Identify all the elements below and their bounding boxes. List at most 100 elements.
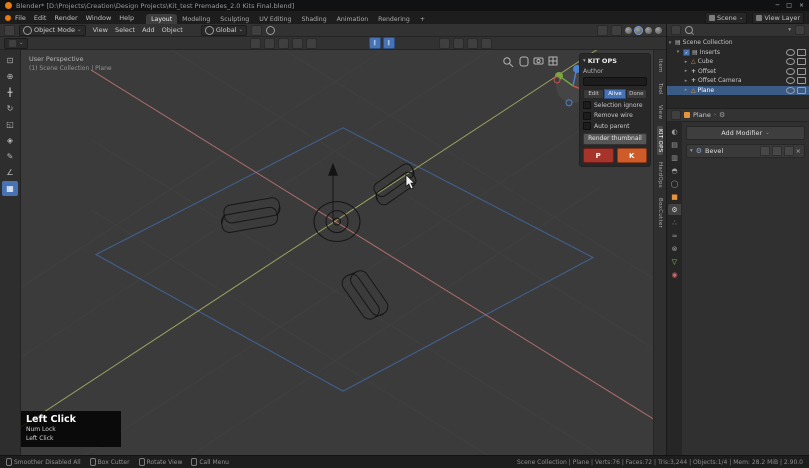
workspace-tab-animation[interactable]: Animation bbox=[332, 14, 374, 24]
properties-tab-data[interactable]: ▽ bbox=[668, 256, 681, 267]
outliner-row-offset[interactable]: ▸ + Offset bbox=[667, 67, 809, 77]
expand-icon[interactable]: ▸ bbox=[683, 78, 689, 84]
gizmos-toggle-icon[interactable] bbox=[597, 25, 608, 36]
collection-checkbox[interactable]: ✓ bbox=[683, 49, 690, 56]
sidebar-tab-boxcutter[interactable]: BoxCutter bbox=[657, 195, 663, 231]
insert-box-bottom[interactable] bbox=[339, 266, 391, 324]
zoom-icon[interactable] bbox=[504, 58, 513, 67]
render-thumbnail-button[interactable]: Render thumbnail bbox=[583, 133, 647, 145]
snap-toggle[interactable]: ‖ bbox=[369, 37, 381, 49]
options-icon[interactable] bbox=[306, 38, 317, 49]
annotate-tool[interactable]: ✎ bbox=[2, 149, 18, 164]
menu-select[interactable]: Select bbox=[115, 26, 135, 34]
properties-tab-constraints[interactable]: ⊗ bbox=[668, 243, 681, 254]
mode-dropdown[interactable]: Object Mode ⌄ bbox=[19, 25, 86, 36]
view-layer-selector[interactable]: View Layer bbox=[752, 12, 804, 24]
cursor-tool[interactable]: ⊕ bbox=[2, 69, 18, 84]
menu-help[interactable]: Help bbox=[115, 13, 138, 23]
editor-type-icon[interactable] bbox=[4, 25, 15, 36]
workspace-tab-rendering[interactable]: Rendering bbox=[373, 14, 415, 24]
properties-tab-output[interactable]: ▤ bbox=[668, 139, 681, 150]
properties-tab-object[interactable]: ■ bbox=[668, 191, 681, 202]
kitops-pro-button[interactable]: P bbox=[583, 148, 614, 163]
camera-view-icon[interactable] bbox=[534, 58, 543, 64]
material-shading-icon[interactable] bbox=[645, 27, 652, 34]
properties-tab-physics[interactable]: ≈ bbox=[668, 230, 681, 241]
render-preview-icon[interactable] bbox=[453, 38, 464, 49]
properties-tab-view-layer[interactable]: ▥ bbox=[668, 152, 681, 163]
modifier-realtime-toggle[interactable] bbox=[772, 146, 782, 156]
minimize-button[interactable]: ─ bbox=[776, 2, 780, 9]
workspace-tab-shading[interactable]: Shading bbox=[296, 14, 331, 24]
outliner-row-scene-collection[interactable]: ▾ ▤ Scene Collection bbox=[667, 38, 809, 48]
outliner-options-icon[interactable] bbox=[795, 25, 805, 35]
proportional-editing-icon[interactable] bbox=[266, 26, 275, 35]
properties-tab-world[interactable]: ◯ bbox=[668, 178, 681, 189]
outliner-row-cube[interactable]: ▸ △ Cube bbox=[667, 57, 809, 67]
properties-editor-icon[interactable] bbox=[671, 110, 681, 120]
menu-object[interactable]: Object bbox=[162, 26, 183, 34]
visibility-options-icon[interactable] bbox=[467, 38, 478, 49]
author-input[interactable] bbox=[583, 77, 647, 86]
workspace-add-button[interactable]: + bbox=[415, 14, 430, 24]
transform-tool[interactable]: ◈ bbox=[2, 133, 18, 148]
panel-expand-icon[interactable]: ▾ bbox=[583, 58, 586, 64]
properties-tab-scene[interactable]: ◓ bbox=[668, 165, 681, 176]
segment-alive-button[interactable]: Alive bbox=[604, 89, 625, 99]
workspace-tab-modeling[interactable]: Modeling bbox=[177, 14, 215, 24]
xray-toggle-icon[interactable] bbox=[439, 38, 450, 49]
hide-viewport-icon[interactable] bbox=[786, 58, 795, 65]
neg-x-axis-ball[interactable] bbox=[554, 77, 560, 83]
hide-viewport-icon[interactable] bbox=[786, 77, 795, 84]
add-modifier-button[interactable]: Add Modifier ⌄ bbox=[686, 126, 805, 140]
disable-render-icon[interactable] bbox=[797, 49, 806, 56]
filter-icon[interactable]: ▾ bbox=[788, 27, 791, 33]
solid-shading-icon[interactable] bbox=[635, 27, 642, 34]
expand-icon[interactable]: ▾ bbox=[690, 148, 693, 154]
segment-done-button[interactable]: Done bbox=[626, 89, 647, 99]
properties-tab-particles[interactable]: ∴ bbox=[668, 217, 681, 228]
scale-tool[interactable]: ◱ bbox=[2, 117, 18, 132]
neg-z-axis-ball[interactable] bbox=[566, 100, 572, 106]
disable-render-icon[interactable] bbox=[797, 77, 806, 84]
rendered-shading-icon[interactable] bbox=[655, 27, 662, 34]
workspace-tab-uv-editing[interactable]: UV Editing bbox=[254, 14, 296, 24]
search-icon[interactable] bbox=[685, 26, 693, 34]
hide-viewport-icon[interactable] bbox=[786, 87, 795, 94]
insert-box-upper-right[interactable] bbox=[369, 162, 421, 208]
sidebar-tab-view[interactable]: View bbox=[657, 102, 663, 122]
modifier-editmode-toggle[interactable] bbox=[760, 146, 770, 156]
gizmo-options-icon[interactable] bbox=[292, 38, 303, 49]
kitops-kpack-button[interactable]: K bbox=[617, 148, 648, 163]
remove-wire-checkbox[interactable] bbox=[583, 112, 591, 120]
outliner-row-plane[interactable]: ▸ △ Plane bbox=[667, 86, 809, 96]
wireframe-shading-icon[interactable] bbox=[625, 27, 632, 34]
selection-ignore-checkbox[interactable] bbox=[583, 101, 591, 109]
expand-icon[interactable]: ▾ bbox=[675, 49, 681, 55]
disable-render-icon[interactable] bbox=[797, 58, 806, 65]
menu-edit[interactable]: Edit bbox=[30, 13, 51, 23]
transform-options-icon[interactable] bbox=[250, 38, 261, 49]
properties-tab-modifiers[interactable]: ⚙ bbox=[668, 204, 681, 215]
outliner-row-inserts[interactable]: ▾ ✓ ▤ Inserts bbox=[667, 48, 809, 58]
snap-options-icon[interactable] bbox=[264, 38, 275, 49]
modifier-render-toggle[interactable] bbox=[784, 146, 794, 156]
outliner-editor-icon[interactable] bbox=[671, 25, 681, 35]
disable-render-icon[interactable] bbox=[797, 87, 806, 94]
modifier-panel-header[interactable]: ▾ ⚙ Bevel × bbox=[686, 144, 805, 158]
extra-options-icon[interactable] bbox=[481, 38, 492, 49]
expand-icon[interactable]: ▸ bbox=[683, 87, 689, 93]
measure-tool[interactable]: ∠ bbox=[2, 165, 18, 180]
workspace-tab-sculpting[interactable]: Sculpting bbox=[215, 14, 254, 24]
expand-icon[interactable]: ▸ bbox=[683, 68, 689, 74]
hide-viewport-icon[interactable] bbox=[786, 49, 795, 56]
close-icon[interactable]: × bbox=[796, 147, 801, 155]
sidebar-tab-kitops[interactable]: KIT OPS bbox=[657, 126, 663, 156]
select-box-tool[interactable]: ⊡ bbox=[2, 53, 18, 68]
segment-edit-button[interactable]: Edit bbox=[583, 89, 604, 99]
orientation-dropdown[interactable]: Global ⌄ bbox=[201, 25, 247, 36]
sidebar-tab-hardops[interactable]: HardOps bbox=[657, 159, 663, 191]
menu-file[interactable]: File bbox=[11, 13, 30, 23]
auto-parent-checkbox[interactable] bbox=[583, 122, 591, 130]
properties-tab-material[interactable]: ◉ bbox=[668, 269, 681, 280]
